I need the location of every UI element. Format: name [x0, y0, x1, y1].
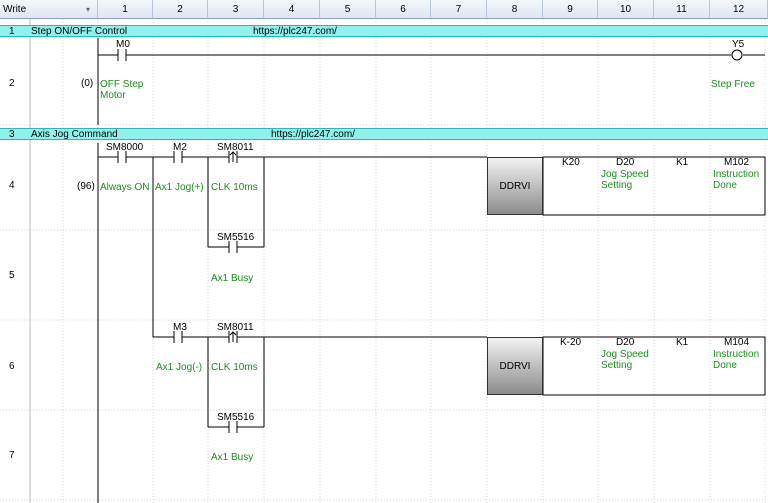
comment-d20-a-line1: Jog Speed: [601, 169, 649, 180]
ddrvi-instruction-b[interactable]: DDRVI: [487, 337, 543, 395]
comment-d20-b-line1: Jog Speed: [601, 349, 649, 360]
comment-m102-line2: Done: [713, 180, 737, 191]
comment-y5: Step Free: [711, 79, 755, 90]
contact-m3[interactable]: M3: [173, 322, 187, 333]
contact-sm8011-b[interactable]: SM8011: [217, 322, 254, 333]
operand-k1-b[interactable]: K1: [676, 337, 688, 348]
ladder-editor[interactable]: Write ▾ 1 2 3 4 5 6 7 8 9 10 11 12 1 Ste…: [0, 0, 768, 503]
contact-sm5516-a[interactable]: SM5516: [217, 232, 254, 243]
contact-sm5516-b[interactable]: SM5516: [217, 412, 254, 423]
comment-m0-line2: Motor: [100, 90, 126, 101]
comment-sm5516-a: Ax1 Busy: [211, 273, 254, 284]
ladder-wiring: [97, 38, 766, 503]
contact-m0[interactable]: M0: [116, 39, 130, 50]
comment-sm8000: Always ON: [100, 182, 150, 193]
comment-m102-line1: Instruction: [713, 169, 760, 180]
comment-sm8011-b: CLK 10ms: [211, 362, 258, 373]
step-number: (96): [77, 181, 95, 192]
step-number: (0): [81, 78, 94, 89]
comment-m0-line1: OFF Step: [100, 79, 144, 90]
operand-k-20[interactable]: K-20: [560, 337, 581, 348]
comment-m2: Ax1 Jog(+): [155, 182, 204, 193]
comment-m3: Ax1 Jog(-): [156, 362, 203, 373]
operand-k20[interactable]: K20: [562, 157, 580, 168]
operand-k1-a[interactable]: K1: [676, 157, 688, 168]
comment-sm8011-a: CLK 10ms: [211, 182, 258, 193]
comment-d20-a-line2: Setting: [601, 180, 633, 191]
instruction-label: DDRVI: [499, 181, 531, 192]
comment-m104-line2: Done: [713, 360, 737, 371]
instruction-label: DDRVI: [499, 361, 531, 372]
operand-m104[interactable]: M104: [724, 337, 749, 348]
contact-m2[interactable]: M2: [173, 142, 187, 153]
comment-m104-line1: Instruction: [713, 349, 760, 360]
operand-d20-a[interactable]: D20: [616, 157, 634, 168]
comment-d20-b-line2: Setting: [601, 360, 633, 371]
contact-sm8000[interactable]: SM8000: [106, 142, 143, 153]
coil-y5[interactable]: Y5: [732, 39, 744, 50]
operand-d20-b[interactable]: D20: [616, 337, 634, 348]
ddrvi-instruction-a[interactable]: DDRVI: [487, 157, 543, 215]
operand-m102[interactable]: M102: [724, 157, 749, 168]
contact-sm8011-a[interactable]: SM8011: [217, 142, 254, 153]
comment-sm5516-b: Ax1 Busy: [211, 452, 254, 463]
